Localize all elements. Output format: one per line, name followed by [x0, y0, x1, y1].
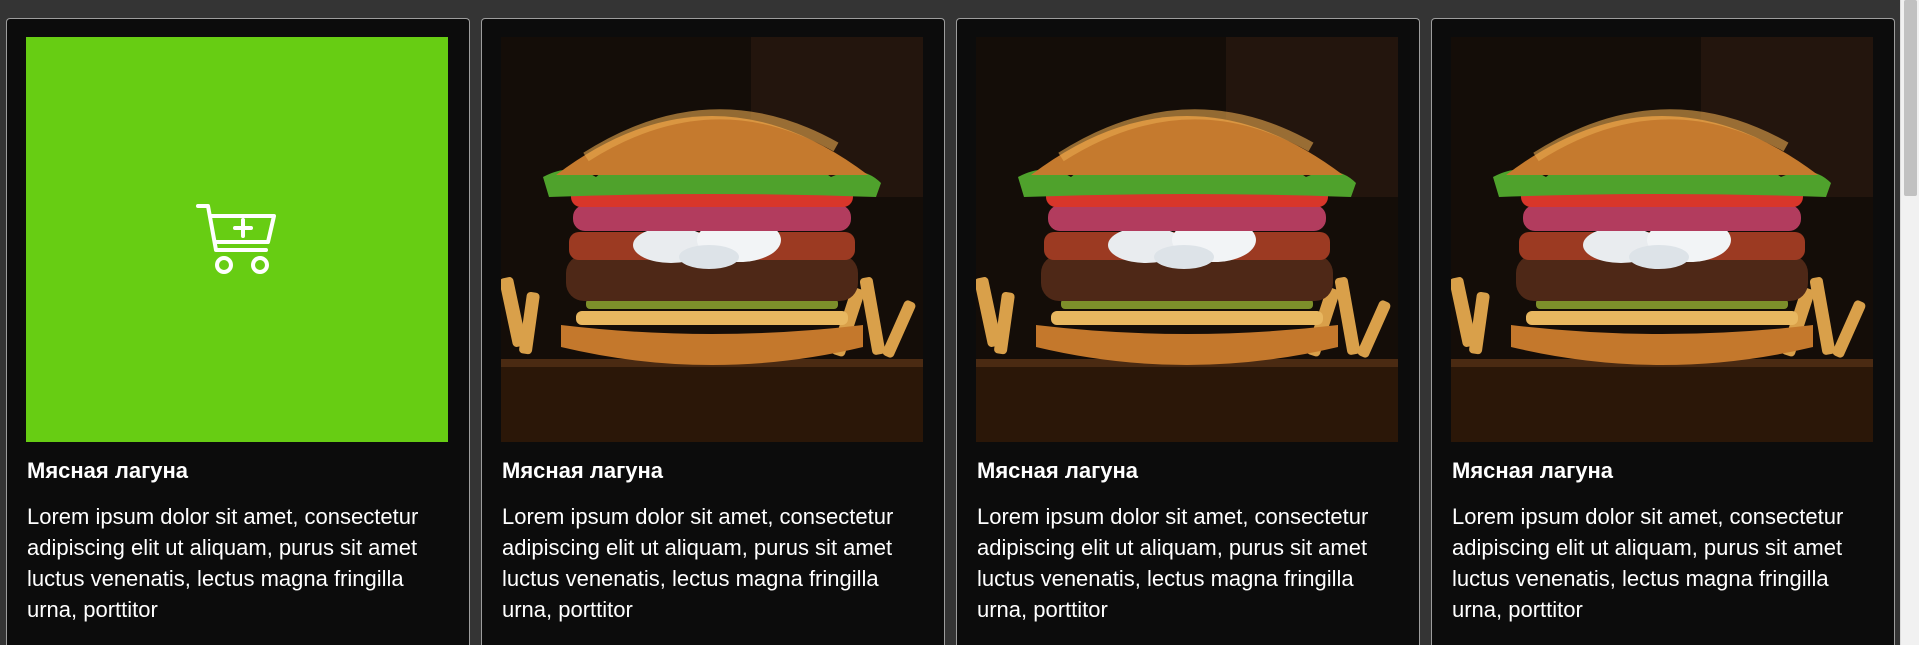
burger-photo [976, 37, 1398, 442]
product-description: Lorem ipsum dolor sit amet, consectetur … [977, 504, 1369, 622]
product-title: Мясная лагуна [502, 458, 664, 483]
product-description: Lorem ipsum dolor sit amet, consectetur … [1452, 504, 1844, 622]
burger-photo [1451, 37, 1873, 442]
product-card[interactable]: Мясная лагуна Lorem ipsum dolor sit amet… [481, 18, 945, 645]
product-card[interactable]: Мясная лагуна Lorem ipsum dolor sit amet… [956, 18, 1420, 645]
vertical-scrollbar[interactable] [1900, 0, 1919, 645]
product-description: Lorem ipsum dolor sit amet, consectetur … [27, 504, 419, 622]
product-grid: Мясная лагуна Lorem ipsum dolor sit amet… [0, 0, 1900, 645]
product-image[interactable] [976, 37, 1398, 442]
burger-photo [501, 37, 923, 442]
product-image[interactable] [26, 37, 448, 442]
add-to-cart-overlay[interactable] [26, 37, 448, 442]
product-image[interactable] [1451, 37, 1873, 442]
scrollbar-thumb[interactable] [1904, 0, 1917, 196]
product-image[interactable] [501, 37, 923, 442]
product-title: Мясная лагуна [977, 458, 1139, 483]
product-title: Мясная лагуна [27, 458, 189, 483]
page: Мясная лагуна Lorem ipsum dolor sit amet… [0, 0, 1919, 645]
product-card[interactable]: Мясная лагуна Lorem ipsum dolor sit amet… [1431, 18, 1895, 645]
product-title: Мясная лагуна [1452, 458, 1614, 483]
product-description: Lorem ipsum dolor sit amet, consectetur … [502, 504, 894, 622]
cart-plus-icon[interactable] [196, 202, 278, 278]
product-card[interactable]: Мясная лагуна Lorem ipsum dolor sit amet… [6, 18, 470, 645]
